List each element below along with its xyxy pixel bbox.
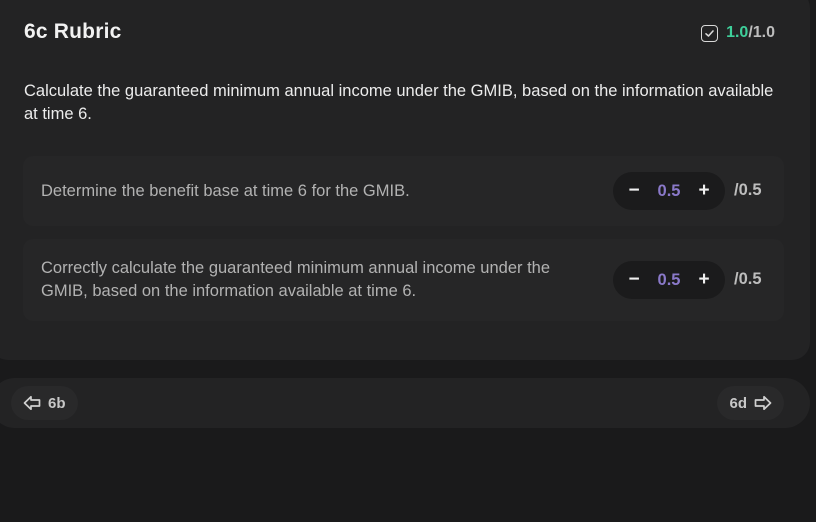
question-navigation: 6b 6d: [0, 378, 810, 428]
checkbox-check-icon: [701, 24, 719, 42]
prev-question-button[interactable]: 6b: [11, 386, 78, 420]
decrement-button[interactable]: −: [623, 269, 645, 291]
arrow-right-icon: [754, 395, 772, 411]
next-question-label: 6d: [729, 394, 747, 412]
increment-button[interactable]: +: [693, 269, 715, 291]
next-question-button[interactable]: 6d: [717, 386, 784, 420]
criterion-row: Correctly calculate the guaranteed minim…: [23, 239, 784, 321]
prev-question-label: 6b: [48, 394, 66, 412]
stepper-value[interactable]: 0.5: [658, 182, 681, 201]
criterion-max: /0.5: [734, 181, 762, 199]
criterion-max: /0.5: [734, 270, 762, 288]
page-title: 6c Rubric: [24, 20, 122, 43]
score-got: 1.0: [726, 24, 749, 41]
arrow-left-icon: [23, 395, 41, 411]
score-stepper: − 0.5 +: [613, 172, 725, 210]
stepper-value[interactable]: 0.5: [658, 271, 681, 290]
decrement-button[interactable]: −: [623, 180, 645, 202]
increment-button[interactable]: +: [693, 180, 715, 202]
criterion-text: Correctly calculate the guaranteed minim…: [41, 259, 551, 300]
score-stepper: − 0.5 +: [613, 261, 725, 299]
total-score: 1.0/1.0: [701, 24, 775, 42]
criterion-text: Determine the benefit base at time 6 for…: [41, 182, 410, 200]
question-text: Calculate the guaranteed minimum annual …: [24, 82, 774, 123]
rubric-card: 6c Rubric 1.0/1.0 Calculate the guarante…: [0, 0, 810, 360]
score-total: /1.0: [748, 24, 775, 41]
criterion-row: Determine the benefit base at time 6 for…: [23, 156, 784, 226]
